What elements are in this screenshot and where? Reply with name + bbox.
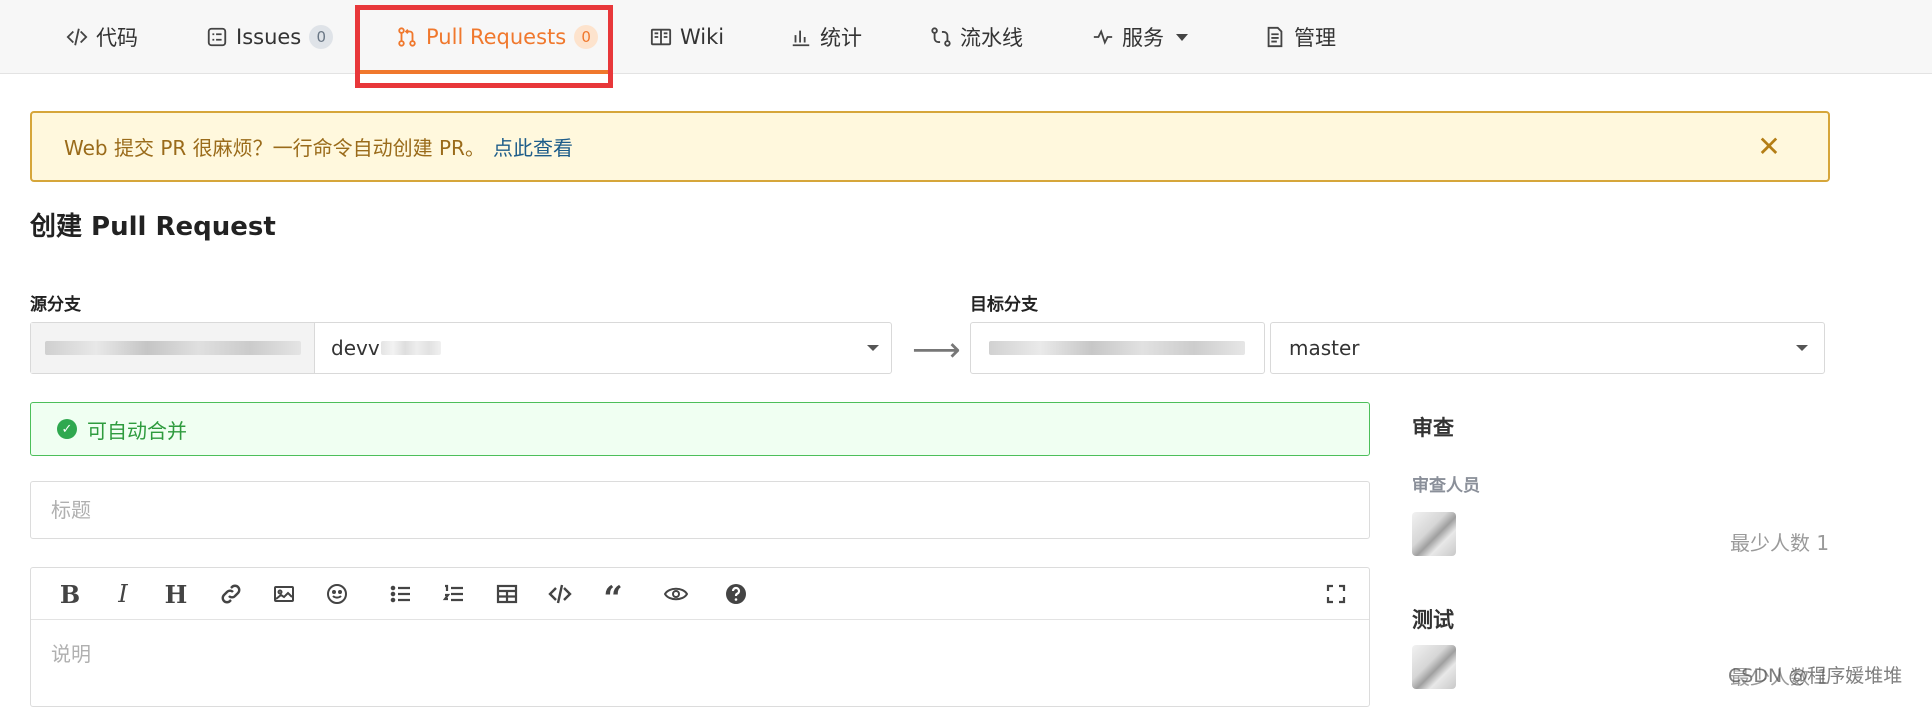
tester-avatar[interactable]	[1412, 645, 1456, 689]
quote-button[interactable]: “	[598, 579, 628, 616]
emoji-icon	[327, 584, 347, 604]
tab-pull-requests[interactable]: Pull Requests 0	[396, 0, 599, 74]
tab-stats-label: 统计	[820, 26, 862, 50]
check-circle-icon: ✓	[57, 419, 77, 439]
pulse-icon	[1093, 29, 1113, 45]
image-button[interactable]	[269, 579, 299, 609]
source-branch-value: devv	[331, 336, 380, 360]
issues-icon	[207, 27, 227, 47]
redacted-repo-name	[989, 341, 1245, 355]
repo-nav: 代码 Issues 0 Pull Requests 0 Wiki 统计 流水线 …	[0, 0, 1932, 74]
bold-button[interactable]: B	[55, 579, 85, 609]
help-button[interactable]	[721, 579, 751, 609]
tab-admin[interactable]: 管理	[1264, 0, 1336, 74]
source-branch-select[interactable]: devv	[30, 322, 892, 374]
code-icon	[548, 584, 572, 604]
italic-button[interactable]: I	[108, 579, 138, 609]
document-icon	[1267, 26, 1283, 48]
arrow-right-icon: ⟶	[912, 330, 961, 370]
redacted-repo-name	[45, 341, 301, 355]
fullscreen-button[interactable]	[1321, 579, 1351, 609]
italic-icon: I	[118, 580, 128, 608]
notice-text: Web 提交 PR 很麻烦？一行命令自动创建 PR。	[64, 136, 485, 160]
test-section-title: 测试	[1412, 608, 1454, 632]
pull-requests-count-badge: 0	[574, 25, 599, 49]
pipeline-icon	[931, 27, 951, 47]
description-editor[interactable]: B I H “ 说明	[30, 567, 1370, 707]
merge-status-banner: ✓ 可自动合并	[30, 402, 1370, 456]
bold-icon: B	[59, 579, 81, 609]
bullet-list-icon	[390, 585, 410, 603]
fullscreen-icon	[1326, 584, 1346, 604]
merge-status-text: 可自动合并	[87, 418, 187, 443]
pr-title-input[interactable]	[30, 481, 1370, 539]
notice-link[interactable]: 点此查看	[493, 132, 573, 161]
tab-services-label: 服务	[1122, 26, 1164, 50]
preview-button[interactable]	[661, 579, 691, 609]
source-branch-label: 源分支	[30, 295, 81, 315]
image-icon	[274, 586, 294, 602]
code-icon	[66, 28, 88, 46]
bullet-list-button[interactable]	[386, 579, 416, 609]
target-branch-label: 目标分支	[970, 295, 1038, 315]
target-branch-value: master	[1289, 336, 1360, 360]
link-icon	[221, 584, 241, 604]
editor-toolbar: B I H “	[31, 568, 1369, 620]
page-title: 创建 Pull Request	[30, 212, 276, 242]
cli-notice-banner: Web 提交 PR 很麻烦？一行命令自动创建 PR。 点此查看 ✕	[30, 111, 1830, 182]
tab-code-label: 代码	[96, 26, 138, 50]
heading-button[interactable]: H	[161, 579, 191, 609]
description-placeholder[interactable]: 说明	[51, 638, 91, 667]
chevron-down-icon	[1176, 33, 1188, 41]
tab-pipeline-label: 流水线	[960, 26, 1023, 50]
table-button[interactable]	[492, 579, 522, 609]
link-button[interactable]	[216, 579, 246, 609]
eye-icon	[664, 587, 688, 601]
redacted-branch-suffix	[381, 341, 441, 355]
chevron-down-icon	[1796, 345, 1808, 351]
tab-stats[interactable]: 统计	[790, 0, 862, 74]
tab-wiki[interactable]: Wiki	[650, 0, 724, 74]
tab-pull-requests-label: Pull Requests	[426, 25, 567, 49]
emoji-button[interactable]	[322, 579, 352, 609]
issues-count-badge: 0	[309, 25, 334, 49]
review-min-count: 最少人数 1	[1730, 531, 1830, 555]
heading-icon: H	[164, 579, 188, 609]
close-icon[interactable]: ✕	[1754, 130, 1784, 163]
watermark: CSDN @程序媛堆堆	[1728, 665, 1903, 687]
target-repo-select[interactable]	[970, 322, 1265, 374]
tab-pipeline[interactable]: 流水线	[930, 0, 1023, 74]
numbered-list-icon	[442, 584, 463, 602]
reviewers-label: 审查人员	[1412, 476, 1480, 496]
active-tab-indicator	[360, 70, 610, 74]
target-branch-select[interactable]: master	[1270, 322, 1825, 374]
pull-request-icon	[398, 27, 416, 47]
tab-services[interactable]: 服务	[1092, 0, 1188, 74]
tab-issues[interactable]: Issues 0	[206, 0, 334, 74]
bar-chart-icon	[792, 30, 810, 47]
tab-issues-label: Issues	[236, 25, 302, 49]
tab-wiki-label: Wiki	[680, 25, 725, 49]
chevron-down-icon	[867, 345, 879, 351]
quote-icon: “	[603, 579, 623, 619]
review-section-title: 审查	[1412, 416, 1454, 440]
numbered-list-button[interactable]	[439, 579, 469, 609]
help-icon	[726, 584, 746, 604]
code-button[interactable]	[545, 579, 575, 609]
tab-code[interactable]: 代码	[66, 0, 138, 74]
reviewer-avatar[interactable]	[1412, 512, 1456, 556]
tab-admin-label: 管理	[1294, 26, 1336, 50]
source-repo-field[interactable]	[31, 323, 315, 373]
book-icon	[650, 28, 672, 46]
table-icon	[496, 584, 518, 604]
